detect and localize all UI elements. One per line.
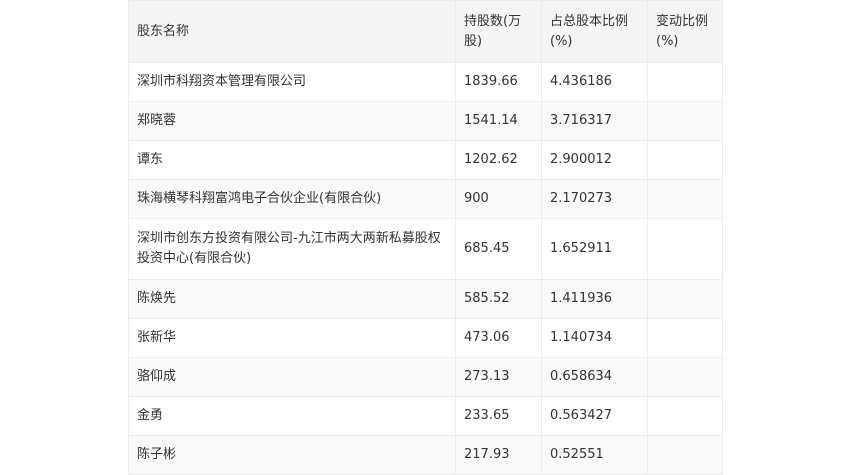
- cell-change: [647, 357, 723, 397]
- cell-name: 珠海横琴科翔富鸿电子合伙企业(有限合伙): [128, 179, 456, 219]
- shareholder-table: 股东名称 持股数(万股) 占总股本比例(%) 变动比例(%) 深圳市科翔资本管理…: [128, 0, 723, 475]
- table-row: 深圳市创东方投资有限公司-九江市两大两新私募股权投资中心(有限合伙) 685.4…: [128, 218, 723, 280]
- table-row: 骆仰成 273.13 0.658634: [128, 357, 723, 397]
- cell-change: [647, 62, 723, 102]
- table-row: 陈子彬 217.93 0.52551: [128, 435, 723, 475]
- cell-change: [647, 218, 723, 280]
- cell-name: 郑晓蓉: [128, 101, 456, 141]
- cell-change: [647, 279, 723, 319]
- table-row: 金勇 233.65 0.563427: [128, 396, 723, 436]
- cell-name: 陈子彬: [128, 435, 456, 475]
- cell-ratio: 0.52551: [541, 435, 648, 475]
- cell-ratio: 2.170273: [541, 179, 648, 219]
- header-change: 变动比例(%): [647, 0, 723, 63]
- table-header-row: 股东名称 持股数(万股) 占总股本比例(%) 变动比例(%): [128, 0, 723, 63]
- cell-change: [647, 179, 723, 219]
- cell-shares: 1541.14: [455, 101, 542, 141]
- shareholder-table-container: 股东名称 持股数(万股) 占总股本比例(%) 变动比例(%) 深圳市科翔资本管理…: [128, 0, 723, 475]
- cell-shares: 233.65: [455, 396, 542, 436]
- table-row: 张新华 473.06 1.140734: [128, 318, 723, 358]
- header-shares: 持股数(万股): [455, 0, 542, 63]
- table-row: 郑晓蓉 1541.14 3.716317: [128, 101, 723, 141]
- cell-ratio: 0.658634: [541, 357, 648, 397]
- cell-shares: 1202.62: [455, 140, 542, 180]
- cell-shares: 1839.66: [455, 62, 542, 102]
- cell-change: [647, 140, 723, 180]
- cell-ratio: 1.411936: [541, 279, 648, 319]
- cell-name: 金勇: [128, 396, 456, 436]
- cell-shares: 585.52: [455, 279, 542, 319]
- cell-ratio: 0.563427: [541, 396, 648, 436]
- cell-name: 谭东: [128, 140, 456, 180]
- table-row: 陈焕先 585.52 1.411936: [128, 279, 723, 319]
- table-row: 珠海横琴科翔富鸿电子合伙企业(有限合伙) 900 2.170273: [128, 179, 723, 219]
- cell-name: 骆仰成: [128, 357, 456, 397]
- cell-name: 深圳市创东方投资有限公司-九江市两大两新私募股权投资中心(有限合伙): [128, 218, 456, 280]
- cell-ratio: 4.436186: [541, 62, 648, 102]
- cell-shares: 685.45: [455, 218, 542, 280]
- cell-ratio: 3.716317: [541, 101, 648, 141]
- cell-name: 深圳市科翔资本管理有限公司: [128, 62, 456, 102]
- cell-change: [647, 435, 723, 475]
- cell-ratio: 1.140734: [541, 318, 648, 358]
- cell-name: 张新华: [128, 318, 456, 358]
- cell-ratio: 1.652911: [541, 218, 648, 280]
- cell-name: 陈焕先: [128, 279, 456, 319]
- cell-shares: 900: [455, 179, 542, 219]
- table-row: 深圳市科翔资本管理有限公司 1839.66 4.436186: [128, 62, 723, 102]
- cell-shares: 273.13: [455, 357, 542, 397]
- header-shareholder-name: 股东名称: [128, 0, 456, 63]
- cell-change: [647, 318, 723, 358]
- cell-change: [647, 396, 723, 436]
- cell-change: [647, 101, 723, 141]
- cell-shares: 217.93: [455, 435, 542, 475]
- table-row: 谭东 1202.62 2.900012: [128, 140, 723, 180]
- cell-shares: 473.06: [455, 318, 542, 358]
- cell-ratio: 2.900012: [541, 140, 648, 180]
- header-ratio: 占总股本比例(%): [541, 0, 648, 63]
